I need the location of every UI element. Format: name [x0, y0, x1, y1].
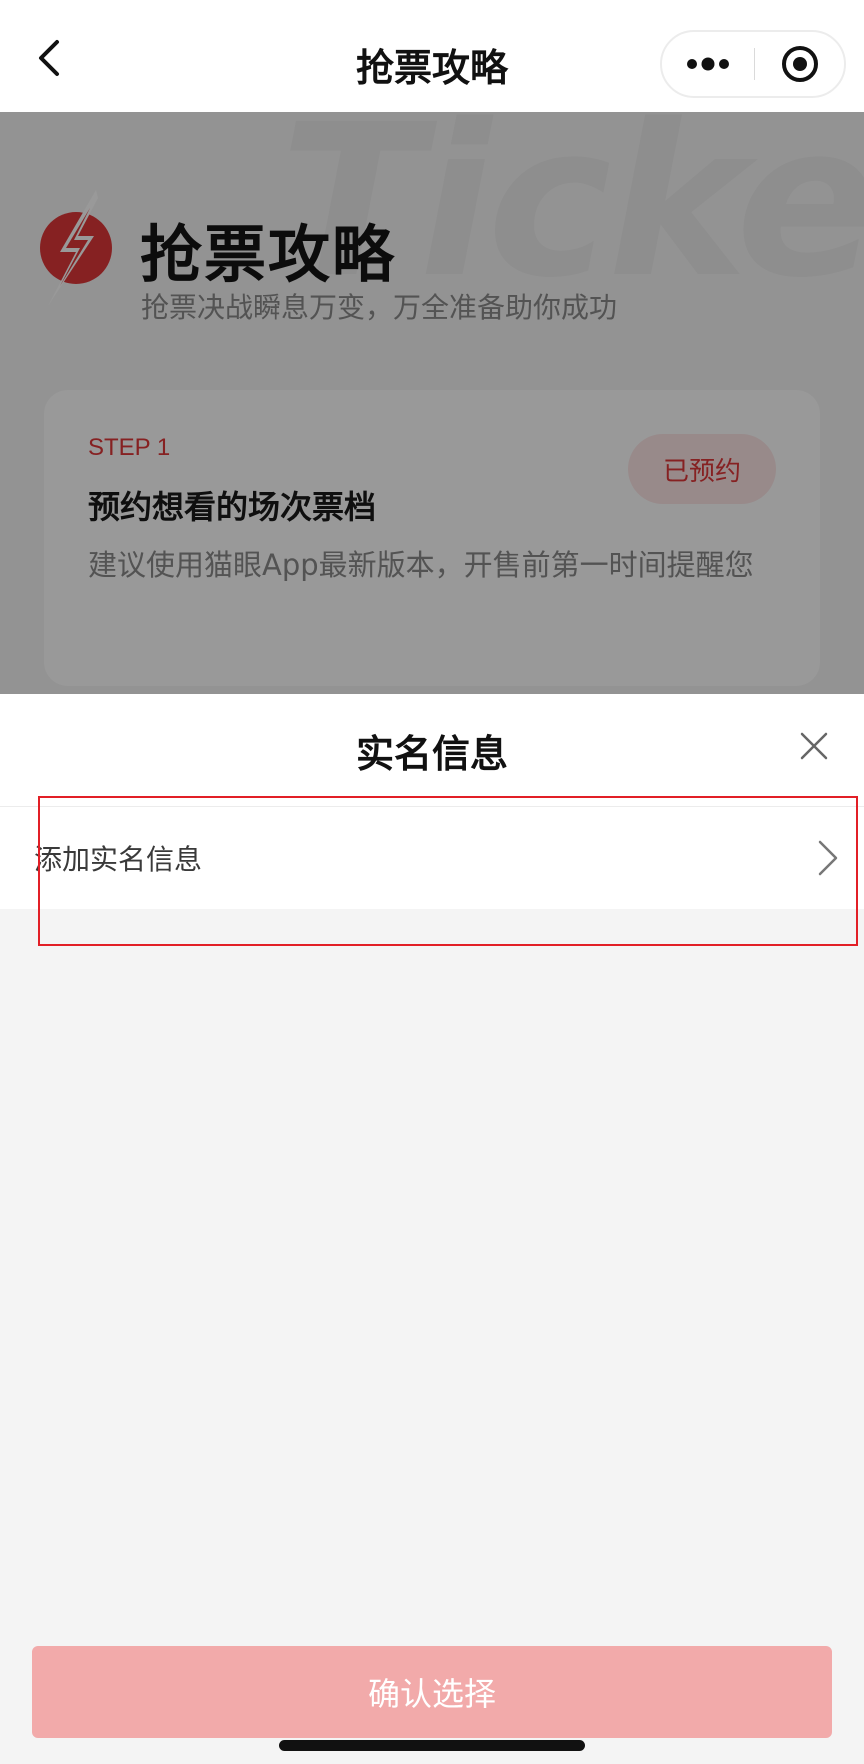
close-x-icon — [800, 732, 828, 760]
more-button[interactable] — [662, 32, 754, 96]
target-circle-icon — [782, 46, 818, 82]
mini-program-capsule — [660, 30, 846, 98]
screen: 抢票攻略 Ticket Tips — [0, 0, 864, 1764]
confirm-selection-button[interactable]: 确认选择 — [32, 1646, 832, 1738]
add-row-chevron — [808, 838, 848, 878]
modal-backdrop[interactable] — [0, 112, 864, 694]
add-real-name-row[interactable]: 添加实名信息 — [0, 807, 864, 909]
chevron-left-icon — [39, 40, 59, 76]
add-real-name-label: 添加实名信息 — [34, 843, 203, 876]
sheet-header: 实名信息 — [0, 694, 864, 807]
home-indicator — [279, 1740, 585, 1751]
sheet-close-button[interactable] — [790, 720, 838, 772]
chevron-right-icon — [818, 840, 838, 876]
back-button[interactable] — [22, 30, 78, 86]
sheet-title: 实名信息 — [355, 731, 508, 776]
real-name-sheet: 实名信息 添加实名信息 — [0, 694, 864, 1764]
close-mini-program-button[interactable] — [755, 32, 845, 96]
navigation-bar: 抢票攻略 — [0, 0, 864, 112]
more-dots-icon — [687, 57, 729, 71]
